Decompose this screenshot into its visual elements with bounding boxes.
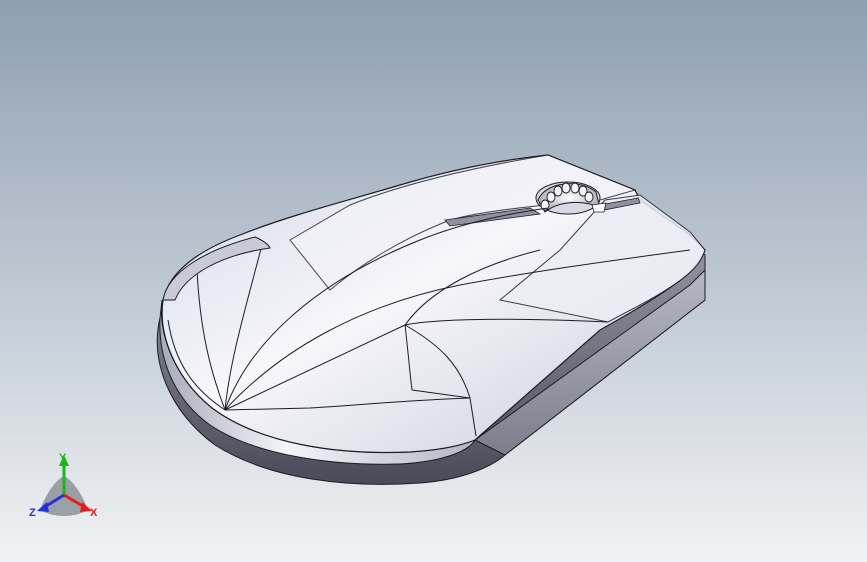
triad-x-label: X: [90, 507, 98, 519]
triad-z-label: Z: [29, 507, 36, 519]
graphics-viewport[interactable]: Y X Z: [0, 0, 867, 562]
triad-y-label: Y: [59, 452, 67, 464]
